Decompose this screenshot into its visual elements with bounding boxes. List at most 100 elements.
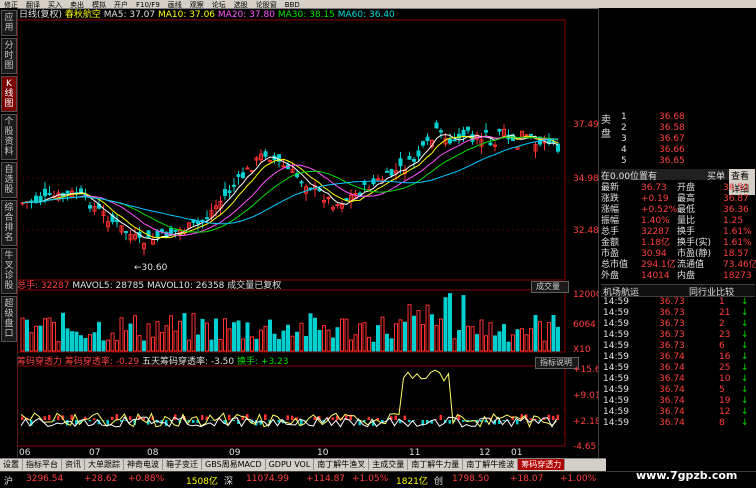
volume-bar: [525, 335, 528, 351]
left-tab-intraday[interactable]: 分时图: [1, 38, 17, 74]
quote-value: 1.18亿: [641, 238, 670, 249]
quote-value: 294.1亿: [641, 260, 676, 271]
volume-bar: [323, 326, 326, 351]
indicator-tab[interactable]: 南丁解牛力量: [408, 459, 463, 470]
volume-bar: [138, 336, 141, 351]
left-tab-apps[interactable]: 应用: [1, 10, 17, 36]
volume-bar: [296, 332, 299, 351]
down-arrow-icon: ↓: [741, 297, 749, 308]
trade-row: 14:5936.7410↓: [601, 374, 755, 385]
quote-value: 1.40%: [641, 216, 670, 227]
moving-average-line: [23, 137, 559, 236]
volume-bar: [426, 305, 429, 351]
kline-chart-area[interactable]: 日线(复权) 春秋航空 MA5: 37.07 MA10: 37.06 MA20:…: [17, 8, 598, 458]
indicator-tab[interactable]: 设置: [0, 459, 23, 470]
quote-label: 振幅: [601, 216, 619, 227]
quote-value: 1.25: [723, 216, 743, 227]
order-level: 5: [621, 156, 627, 167]
indicator-tab[interactable]: 南丁解牛渔叉: [314, 459, 369, 470]
down-arrow-icon: ↓: [741, 396, 749, 407]
quote-label: 外盘: [601, 271, 619, 282]
volume-button[interactable]: 成交量: [531, 281, 569, 293]
candle-body: [377, 179, 380, 180]
left-tab-profile[interactable]: 个股资料: [1, 114, 17, 160]
left-tab-kline[interactable]: K线图: [1, 76, 17, 112]
indicator-tab[interactable]: 箱子变迁: [163, 459, 202, 470]
indicator-bar: [57, 416, 60, 420]
indicator-b: 五天筹码穿透率: -3.50: [142, 357, 234, 367]
trade-time: 14:59: [603, 330, 629, 341]
volume-bar: [192, 314, 195, 351]
order-row[interactable]: 236.58: [615, 123, 755, 134]
indicator-tab[interactable]: 指标平台: [23, 459, 62, 470]
volume-bar: [224, 319, 227, 351]
indicator-a: 筹码穿透率: -0.29: [65, 357, 139, 367]
order-row[interactable]: 536.65: [615, 156, 755, 167]
indicator-name[interactable]: 筹码穿透力: [17, 357, 62, 367]
candle-body: [242, 173, 245, 178]
left-tab-diagnosis[interactable]: 牛叉诊股: [1, 248, 17, 294]
candle-body: [485, 131, 488, 133]
down-arrow-icon: ↓: [741, 418, 749, 429]
quote-value: 18273: [723, 271, 752, 282]
trade-row: 14:5936.7419↓: [601, 396, 755, 407]
order-level: 4: [621, 145, 627, 156]
volume-bar: [368, 337, 371, 351]
trade-time: 14:59: [603, 341, 629, 352]
trade-time: 14:59: [603, 396, 629, 407]
volume-bar: [156, 322, 159, 351]
quote-value: +0.19: [641, 194, 669, 205]
left-tab-super-quote[interactable]: 超级盘口: [1, 296, 17, 342]
volume-bar: [498, 332, 501, 351]
indicator-tab[interactable]: 神奇电波: [124, 459, 163, 470]
candle-body: [408, 157, 411, 160]
volume-bar: [206, 323, 209, 351]
volume-bar: [503, 324, 506, 351]
indicator-tab[interactable]: 南丁解牛推波: [463, 459, 518, 470]
indicator-tab[interactable]: GBS周易MACD: [202, 459, 266, 470]
indicator-tab[interactable]: 主成交量: [369, 459, 408, 470]
volume-bar: [404, 322, 407, 351]
volume-bar: [350, 340, 353, 351]
volume-bar: [471, 327, 474, 351]
trade-row: 14:5936.736↓: [601, 341, 755, 352]
indicator-bar: [21, 417, 24, 420]
candle-body: [417, 151, 420, 156]
trade-volume: 16: [719, 352, 730, 363]
candle-body: [413, 159, 416, 161]
candle-body: [440, 131, 443, 132]
quote-table: 最新36.73开盘36.50涨跌+0.19最高36.87涨幅+0.52%最低36…: [601, 183, 755, 282]
candle-body: [269, 160, 272, 161]
indicator-tab[interactable]: GDPU VOL: [266, 459, 315, 470]
indicator-bar: [503, 420, 506, 421]
date-label: 01: [511, 448, 522, 458]
sz-label: 深: [224, 474, 233, 487]
volume-bar: [395, 324, 398, 351]
order-row[interactable]: 436.66: [615, 145, 755, 156]
quote-label: 最新: [601, 183, 619, 194]
volume-bar: [512, 335, 515, 351]
indicator-tab[interactable]: 大单跟踪: [85, 459, 124, 470]
trade-price: 36.74: [659, 407, 685, 418]
order-level: 3: [621, 134, 627, 145]
quote-value: 30.94: [641, 249, 667, 260]
indicator-tab[interactable]: 筹码穿透力: [518, 459, 565, 470]
volume-bar: [372, 342, 375, 351]
trade-list: 14:5936.731↓14:5936.7321↓14:5936.732↓14:…: [601, 297, 755, 429]
volume-bar: [341, 319, 344, 351]
order-row[interactable]: 336.67: [615, 134, 755, 145]
left-tab-ranking[interactable]: 综合排名: [1, 200, 17, 246]
volume-bar: [255, 339, 258, 351]
buy-order-label[interactable]: 买单: [707, 169, 725, 182]
indicator-tab[interactable]: 资讯: [62, 459, 85, 470]
trade-volume: 6: [719, 341, 725, 352]
volume-bar: [386, 334, 389, 351]
cy-amount: 1821亿: [396, 474, 428, 487]
volume-bar: [291, 336, 294, 351]
indicator-bar: [462, 420, 465, 422]
quote-value: 14014: [641, 271, 670, 282]
order-row[interactable]: 136.68: [615, 112, 755, 123]
indicator-bar: [93, 418, 96, 420]
volume-bar: [210, 340, 213, 351]
left-tab-watchlist[interactable]: 自选股: [1, 162, 17, 198]
